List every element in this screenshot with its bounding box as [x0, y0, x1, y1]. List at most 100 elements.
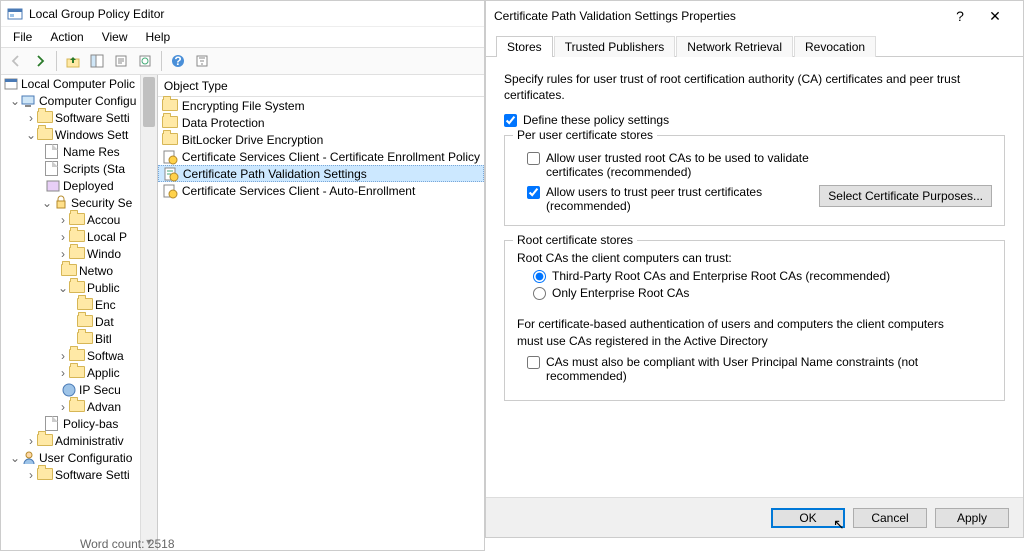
upn-compliance-checkbox[interactable]: CAs must also be compliant with User Pri…: [527, 355, 992, 383]
allow-peer-trust-checkbox[interactable]: Allow users to trust peer trust certific…: [527, 185, 806, 213]
expand-icon[interactable]: ⌄: [41, 197, 53, 209]
allow-root-cas-checkbox[interactable]: Allow user trusted root CAs to be used t…: [527, 151, 992, 179]
list-item-label: BitLocker Drive Encryption: [182, 133, 323, 147]
tree-applocker[interactable]: Applic: [87, 366, 120, 380]
define-policy-checkbox-input[interactable]: [504, 114, 517, 127]
folder-icon: [69, 213, 85, 225]
third-party-root-cas-radio[interactable]: Third-Party Root CAs and Enterprise Root…: [533, 269, 992, 283]
list-item[interactable]: Data Protection: [158, 114, 484, 131]
menu-action[interactable]: Action: [42, 28, 91, 46]
ad-registration-note: For certificate-based authentication of …: [517, 316, 947, 348]
tab-content-stores: Specify rules for user trust of root cer…: [486, 57, 1023, 429]
description-text: Specify rules for user trust of root cer…: [504, 71, 1005, 103]
folder-icon: [69, 230, 85, 242]
folder-icon: [77, 315, 93, 327]
expand-icon[interactable]: ⌄: [9, 452, 21, 464]
only-enterprise-root-cas-input[interactable]: [533, 287, 546, 300]
allow-root-cas-input[interactable]: [527, 152, 540, 165]
tree-account[interactable]: Accou: [87, 213, 120, 227]
root-cert-stores-group: Root certificate stores Root CAs the cli…: [504, 240, 1005, 400]
folder-icon: [37, 111, 53, 123]
tree-software-settings2[interactable]: Software Setti: [55, 468, 130, 482]
list-item-label: Encrypting File System: [182, 99, 305, 113]
list-item[interactable]: BitLocker Drive Encryption: [158, 131, 484, 148]
only-enterprise-root-cas-radio[interactable]: Only Enterprise Root CAs: [533, 286, 992, 300]
tree-efs[interactable]: Enc: [95, 298, 116, 312]
tab-trusted-publishers[interactable]: Trusted Publishers: [554, 36, 676, 57]
tree-local-policies[interactable]: Local P: [87, 230, 127, 244]
tree-advanced-audit[interactable]: Advan: [87, 400, 121, 414]
expand-icon[interactable]: ⌄: [25, 129, 37, 141]
expand-icon[interactable]: ⌄: [57, 282, 69, 294]
tree-software-restriction[interactable]: Softwa: [87, 349, 124, 363]
folder-icon: [69, 349, 85, 361]
policy-file-icon: [45, 416, 58, 431]
menu-view[interactable]: View: [94, 28, 136, 46]
tree-data-protection[interactable]: Dat: [95, 315, 114, 329]
collapse-icon[interactable]: ›: [25, 112, 37, 124]
export-button[interactable]: [110, 50, 132, 72]
group-policy-editor-window: Local Group Policy Editor File Action Vi…: [0, 0, 485, 551]
allow-peer-trust-input[interactable]: [527, 186, 540, 199]
tree-public-key[interactable]: Public: [87, 281, 120, 295]
tree-name-resolution[interactable]: Name Res: [63, 145, 120, 159]
tree-software-settings[interactable]: Software Setti: [55, 111, 130, 125]
tree-admin-templates[interactable]: Administrativ: [55, 434, 124, 448]
expand-icon[interactable]: ⌄: [9, 95, 21, 107]
scroll-thumb[interactable]: [143, 77, 155, 127]
list-item[interactable]: Certificate Services Client - Certificat…: [158, 148, 484, 165]
editor-titlebar: Local Group Policy Editor: [1, 1, 484, 27]
third-party-root-cas-input[interactable]: [533, 270, 546, 283]
tree-user-config[interactable]: User Configuratio: [39, 451, 132, 465]
menubar: File Action View Help: [1, 27, 484, 47]
ok-button[interactable]: OK: [771, 508, 845, 528]
list-item[interactable]: Certificate Services Client - Auto-Enrol…: [158, 182, 484, 199]
folder-icon: [69, 281, 85, 293]
tab-revocation[interactable]: Revocation: [794, 36, 876, 57]
help-button[interactable]: ?: [945, 2, 975, 30]
apply-button[interactable]: Apply: [935, 508, 1009, 528]
refresh-button[interactable]: [134, 50, 156, 72]
filter-button[interactable]: [191, 50, 213, 72]
cancel-button[interactable]: Cancel: [853, 508, 927, 528]
tab-stores[interactable]: Stores: [496, 36, 553, 57]
tree-root[interactable]: Local Computer Polic: [21, 77, 135, 91]
third-party-root-cas-label: Third-Party Root CAs and Enterprise Root…: [552, 269, 890, 283]
tree-scrollbar[interactable]: ▲ ▼: [140, 75, 157, 550]
list-item-label: Data Protection: [182, 116, 265, 130]
tree-network[interactable]: Netwo: [79, 264, 113, 278]
menu-file[interactable]: File: [5, 28, 40, 46]
show-hide-tree-button[interactable]: [86, 50, 108, 72]
list-item-selected[interactable]: Certificate Path Validation Settings: [158, 165, 484, 182]
select-cert-purposes-button[interactable]: Select Certificate Purposes...: [819, 185, 992, 207]
only-enterprise-root-cas-label: Only Enterprise Root CAs: [552, 286, 689, 300]
app-icon: [7, 6, 23, 22]
help-button[interactable]: ?: [167, 50, 189, 72]
list-item[interactable]: Encrypting File System: [158, 97, 484, 114]
folder-icon: [37, 434, 53, 446]
policy-file-icon: [45, 144, 58, 159]
up-button[interactable]: [62, 50, 84, 72]
tree-ipsec[interactable]: IP Secu: [79, 383, 121, 397]
object-list: Object Type Encrypting File System Data …: [158, 75, 484, 550]
back-button[interactable]: [5, 50, 27, 72]
tree-windows-settings[interactable]: Windows Sett: [55, 128, 128, 142]
tree-scripts[interactable]: Scripts (Sta: [63, 162, 125, 176]
user-icon: [21, 450, 37, 466]
tree-bitlocker[interactable]: Bitl: [95, 332, 112, 346]
list-column-header[interactable]: Object Type: [158, 75, 484, 97]
tree-computer-config[interactable]: Computer Configu: [39, 94, 136, 108]
upn-compliance-input[interactable]: [527, 356, 540, 369]
tree-deployed[interactable]: Deployed: [63, 179, 114, 193]
tree-windows-firewall[interactable]: Windo: [87, 247, 121, 261]
tree-security-settings[interactable]: Security Se: [71, 196, 132, 210]
tab-network-retrieval[interactable]: Network Retrieval: [676, 36, 793, 57]
tree-policy-based[interactable]: Policy-bas: [63, 417, 118, 431]
folder-icon: [69, 400, 85, 412]
define-policy-checkbox[interactable]: Define these policy settings: [504, 113, 1005, 127]
forward-button[interactable]: [29, 50, 51, 72]
folder-icon: [61, 264, 77, 276]
menu-help[interactable]: Help: [138, 28, 179, 46]
close-button[interactable]: ✕: [975, 2, 1015, 30]
navigation-tree[interactable]: Local Computer Polic ⌄ Computer Configu ›…: [1, 75, 158, 550]
